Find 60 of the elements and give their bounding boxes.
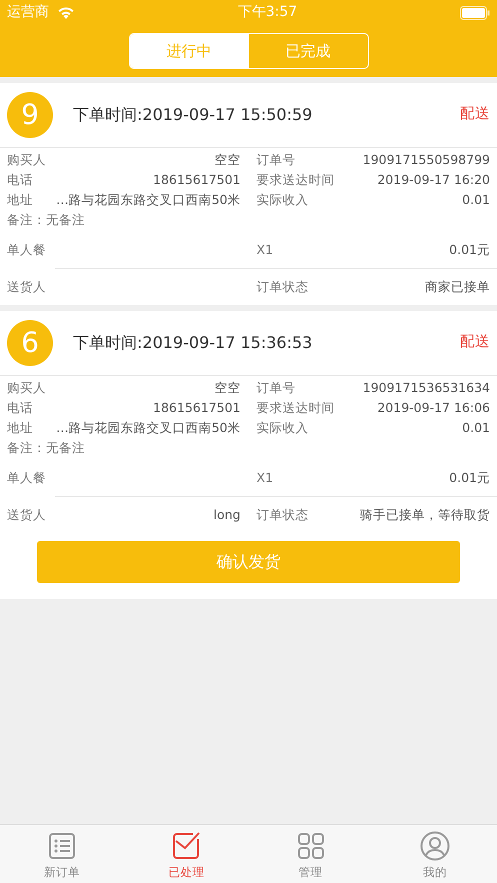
deliver-link[interactable]: 配送 [460,104,490,126]
battery-icon [460,6,490,20]
wifi-icon [57,6,75,19]
field-value: 2019-09-17 16:20 [377,171,490,189]
field-value: 空空 [214,151,240,169]
item-price: 0.01元 [449,241,490,259]
field-label: 要求送达时间 [256,399,334,417]
field-label: 订单号 [256,151,296,169]
item-quantity: X1 [256,469,274,487]
field-label: 送货人 [7,278,46,296]
item-quantity: X1 [256,241,274,259]
field-label: 实际收入 [256,419,308,437]
segment-tab[interactable]: 已完成 [248,34,368,68]
tab-bar-item[interactable]: 管理 [248,825,373,883]
field-value: 商家已接单 [425,278,490,296]
field-label: 电话 [7,399,33,417]
segment-tab[interactable]: 进行中 [130,34,248,68]
field-value: 18615617501 [153,171,240,189]
field-value: 2019-09-17 16:06 [377,399,490,417]
item-price: 0.01元 [449,469,490,487]
field-value: 1909171550598799 [362,151,490,169]
field-label: 电话 [7,171,33,189]
field-label: 实际收入 [256,191,308,209]
tab-bar-item[interactable]: 新订单 [0,825,124,883]
envelope-icon [171,830,202,861]
field-value: …路与花园东路交叉口西南50米 [56,191,240,209]
field-value: 18615617501 [153,399,240,417]
field-value: 0.01 [462,191,490,209]
field-value: 骑手已接单，等待取货 [360,506,490,524]
item-name: 单人餐 [7,241,46,259]
list-icon [47,830,78,861]
order-time-text: 下单时间:2019-09-17 15:50:59 [73,104,314,126]
tab-bar-item[interactable]: 我的 [372,825,497,883]
field-value: long [214,506,240,524]
order-time-text: 下单时间:2019-09-17 15:36:53 [73,332,314,354]
field-label: 订单状态 [256,506,308,524]
remark-text: 备注：无备注 [6,439,86,457]
field-label: 购买人 [7,151,46,169]
field-label: 购买人 [7,379,46,397]
confirm-shipment-button[interactable]: 确认发货 [37,541,460,583]
item-name: 单人餐 [7,469,46,487]
remark-text: 备注：无备注 [6,211,86,229]
tab-bar-item[interactable]: 已处理 [124,825,248,883]
field-value: 1909171536531634 [362,379,490,397]
field-label: 送货人 [7,506,46,524]
deliver-link[interactable]: 配送 [460,332,490,354]
carrier-text: 运营商 [7,3,49,22]
order-number-badge: 6 [7,320,53,366]
order-number-badge: 9 [7,92,53,138]
field-label: 订单号 [256,379,296,397]
clock-text: 下午3:57 [238,3,298,22]
field-label: 地址 [7,419,33,437]
field-label: 要求送达时间 [256,171,334,189]
field-value: 0.01 [462,419,490,437]
user-icon [420,830,450,861]
field-value: 空空 [214,379,240,397]
field-label: 地址 [7,191,33,209]
field-label: 订单状态 [256,278,308,296]
grid-icon [296,830,326,861]
field-value: …路与花园东路交叉口西南50米 [56,419,240,437]
